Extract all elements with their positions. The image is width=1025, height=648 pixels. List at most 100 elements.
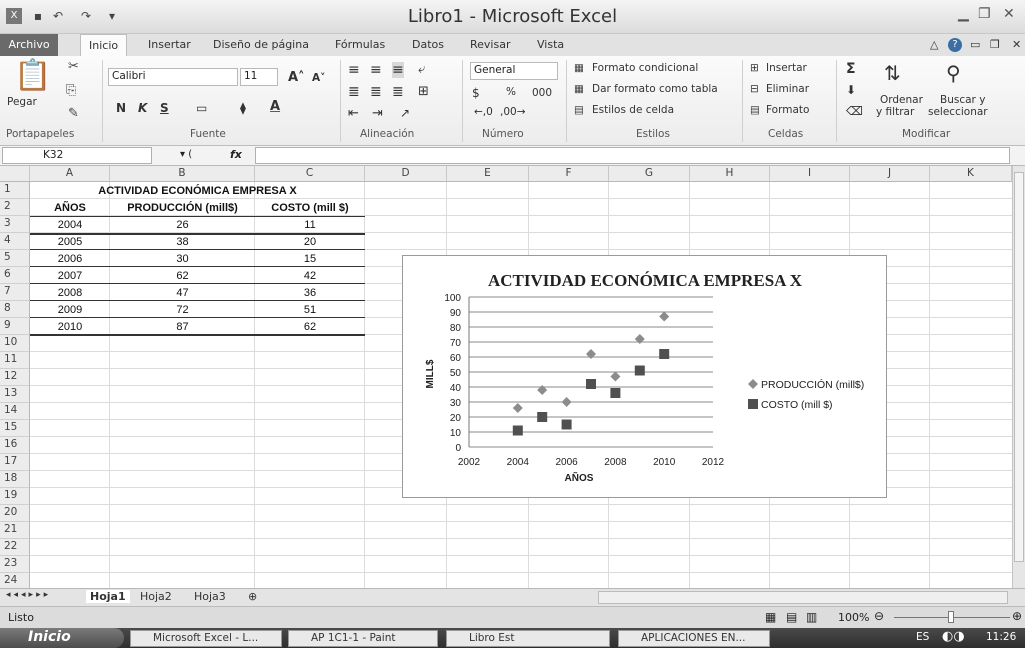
sort-filter-icon[interactable]: ⇅ — [884, 61, 901, 85]
header-cell-years[interactable]: AÑOS — [30, 200, 110, 217]
row-header[interactable]: 11 — [0, 352, 30, 369]
row-header[interactable]: 7 — [0, 284, 30, 301]
minimize-ribbon-icon[interactable]: △ — [930, 38, 938, 51]
font-name-select[interactable]: Calibri — [108, 68, 238, 86]
row-header[interactable]: 5 — [0, 250, 30, 267]
row-header[interactable]: 20 — [0, 505, 30, 522]
column-header-a[interactable]: A — [30, 166, 110, 182]
zoom-level[interactable]: 100% — [838, 611, 869, 624]
sheet-tab-hoja1[interactable]: Hoja1 — [86, 590, 130, 603]
sheet-tab-hoja3[interactable]: Hoja3 — [194, 590, 226, 603]
doc-minimize-icon[interactable]: ▭ — [970, 38, 980, 51]
increase-decimal-icon[interactable]: ←,0 — [474, 106, 493, 118]
row-header[interactable]: 4 — [0, 233, 30, 250]
row-header[interactable]: 2 — [0, 199, 30, 216]
row-header[interactable]: 15 — [0, 420, 30, 437]
tab-archivo[interactable]: Archivo — [0, 34, 58, 56]
zoom-out-icon[interactable]: ⊖ — [874, 609, 884, 623]
vertical-scrollbar[interactable] — [1012, 166, 1025, 588]
format-button[interactable]: Formato — [766, 104, 809, 116]
row-header[interactable]: 16 — [0, 437, 30, 454]
row-header[interactable]: 24 — [0, 573, 30, 588]
language-indicator[interactable]: ES — [916, 631, 929, 643]
horizontal-scrollbar[interactable] — [598, 591, 1008, 604]
task-aplicaciones[interactable]: APLICACIONES EN... — [618, 630, 770, 647]
row-header[interactable]: 19 — [0, 488, 30, 505]
grow-font-icon[interactable]: A˄ — [288, 70, 305, 85]
binoculars-icon[interactable]: ⚲ — [946, 61, 961, 85]
scroll-thumb[interactable] — [1014, 172, 1024, 562]
row-header[interactable]: 14 — [0, 403, 30, 420]
italic-icon[interactable]: K — [138, 101, 147, 115]
delete-button[interactable]: Eliminar — [766, 83, 809, 95]
conditional-format-button[interactable]: Formato condicional — [592, 62, 698, 74]
number-format-select[interactable]: General — [470, 62, 558, 80]
tab-inicio[interactable]: Inicio — [80, 34, 128, 57]
font-color-icon[interactable]: A — [270, 99, 280, 114]
paste-button[interactable]: Pegar — [7, 96, 37, 108]
column-header-f[interactable]: F — [529, 166, 609, 182]
row-header[interactable]: 1 — [0, 182, 30, 199]
table-cell[interactable]: 11 — [255, 217, 365, 234]
borders-icon[interactable]: ▭ — [196, 101, 207, 115]
restore-icon[interactable]: ❐ — [978, 6, 991, 22]
underline-icon[interactable]: S — [160, 101, 169, 115]
format-table-button[interactable]: Dar formato como tabla — [592, 83, 718, 95]
insert-button[interactable]: Insertar — [766, 62, 807, 74]
select-all-corner[interactable] — [0, 166, 30, 182]
tab-diseno[interactable]: Diseño de página — [213, 38, 309, 51]
cut-icon[interactable]: ✂ — [68, 59, 79, 74]
sort-filter-label-2[interactable]: y filtrar — [876, 106, 914, 118]
cell-styles-button[interactable]: Estilos de celda — [592, 104, 674, 116]
shrink-font-icon[interactable]: A˅ — [312, 72, 325, 84]
thousands-icon[interactable]: 000 — [532, 87, 552, 99]
increase-indent-icon[interactable]: ⇥ — [372, 106, 383, 121]
fill-color-icon[interactable]: ⧫ — [240, 101, 246, 115]
tab-vista[interactable]: Vista — [537, 38, 564, 51]
row-header[interactable]: 8 — [0, 301, 30, 318]
column-header-i[interactable]: I — [770, 166, 850, 182]
tab-insertar[interactable]: Insertar — [148, 38, 191, 51]
column-header-c[interactable]: C — [255, 166, 365, 182]
doc-close-icon[interactable]: ✕ — [1012, 38, 1021, 51]
scatter-chart[interactable]: ACTIVIDAD ECONÓMICA EMPRESA X 0 10 20 30 40 50… — [402, 255, 887, 498]
tab-revisar[interactable]: Revisar — [470, 38, 510, 51]
page-break-icon[interactable]: ▥ — [806, 610, 817, 624]
tab-formulas[interactable]: Fórmulas — [335, 38, 385, 51]
minimize-icon[interactable]: ▁ — [958, 6, 969, 22]
row-header[interactable]: 12 — [0, 369, 30, 386]
align-top-icon[interactable]: ≡ — [348, 62, 360, 78]
normal-view-icon[interactable]: ▦ — [765, 610, 776, 624]
table-cell[interactable]: 26 — [110, 217, 255, 234]
merge-center-icon[interactable]: ⊞ — [418, 84, 429, 99]
row-header[interactable]: 21 — [0, 522, 30, 539]
doc-restore-icon[interactable]: ❐ — [990, 38, 1000, 51]
zoom-in-icon[interactable]: ⊕ — [1012, 609, 1022, 623]
sheet-tab-hoja2[interactable]: Hoja2 — [140, 590, 172, 603]
fill-icon[interactable]: ⬇ — [846, 83, 856, 97]
find-select-label-2[interactable]: seleccionar — [928, 106, 988, 118]
currency-icon[interactable]: $ — [472, 86, 480, 100]
clear-icon[interactable]: ⌫ — [846, 104, 863, 118]
tab-datos[interactable]: Datos — [412, 38, 444, 51]
sheet-nav-icons[interactable]: ◂◂◂▸▸▸ — [6, 590, 51, 600]
header-cell-production[interactable]: PRODUCCIÓN (mill$) — [110, 200, 255, 217]
insert-function-icon[interactable]: fx — [230, 148, 242, 161]
find-select-label-1[interactable]: Buscar y — [940, 94, 985, 106]
orientation-icon[interactable]: ↗ — [400, 106, 410, 120]
align-center-icon[interactable]: ≣ — [370, 84, 382, 100]
task-paint[interactable]: AP 1C1-1 - Paint — [288, 630, 438, 647]
insert-sheet-icon[interactable]: ⊕ — [248, 590, 257, 603]
sort-filter-label-1[interactable]: Ordenar — [880, 94, 923, 106]
align-bottom-icon[interactable]: ≡ — [392, 62, 404, 78]
column-header-b[interactable]: B — [110, 166, 255, 182]
row-header[interactable]: 23 — [0, 556, 30, 573]
table-cell[interactable]: 2004 — [30, 217, 110, 234]
align-right-icon[interactable]: ≣ — [392, 84, 404, 100]
paste-icon[interactable]: 📋 — [14, 58, 51, 93]
percent-icon[interactable]: % — [506, 86, 516, 98]
header-cell-cost[interactable]: COSTO (mill $) — [255, 200, 365, 217]
bold-icon[interactable]: N — [116, 101, 126, 115]
align-left-icon[interactable]: ≣ — [348, 84, 360, 100]
row-header[interactable]: 22 — [0, 539, 30, 556]
